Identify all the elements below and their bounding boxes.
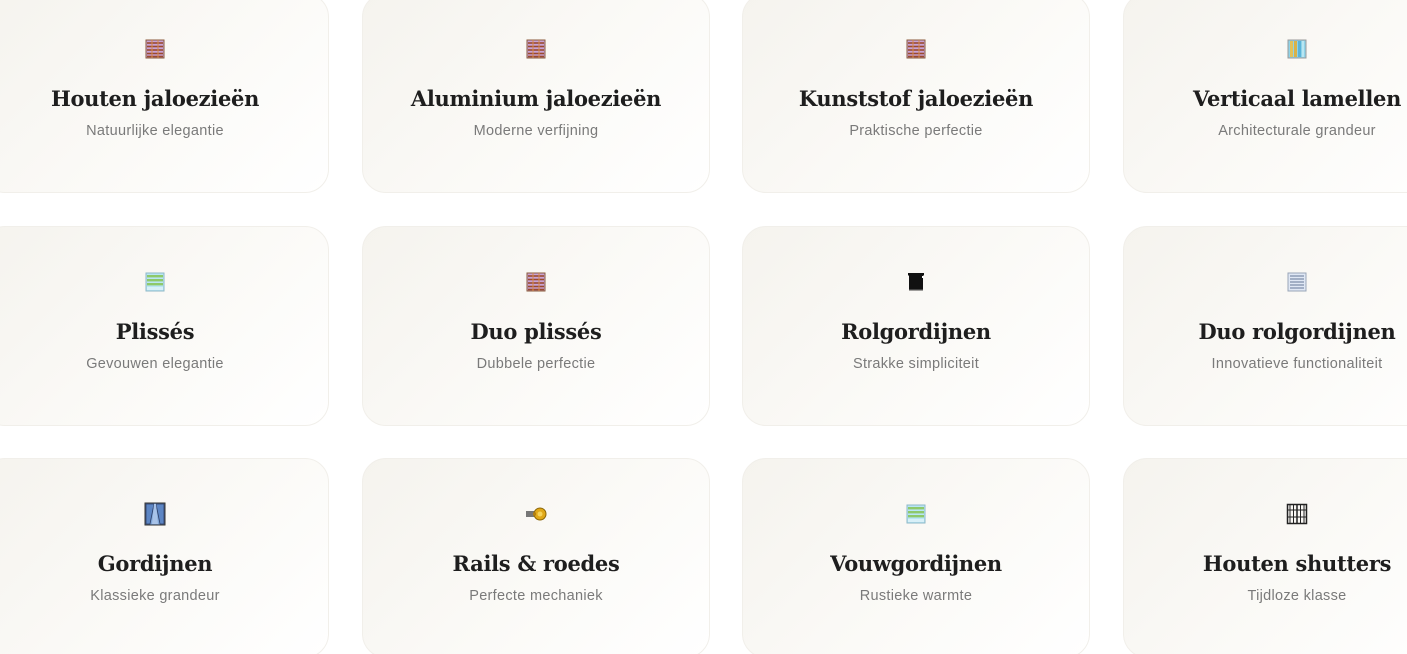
category-title: Vouwgordijnen [830,551,1002,576]
product-category-grid: Houten jaloezieën Natuurlijke elegantie … [0,0,1407,654]
duo-roller-blind-icon [1124,271,1407,293]
category-subtitle: Praktische perfectie [849,123,983,139]
pleated-blind-icon [0,271,328,293]
shutter-icon [1124,503,1407,525]
category-title: Gordijnen [97,551,213,576]
category-subtitle: Klassieke grandeur [90,588,220,604]
category-card-gordijnen[interactable]: Gordijnen Klassieke grandeur [0,458,329,654]
category-subtitle: Natuurlijke elegantie [86,123,224,139]
category-title: Plissés [115,319,195,344]
category-title: Duo plissés [470,319,602,344]
category-subtitle: Perfecte mechaniek [469,588,603,604]
venetian-blind-icon [363,38,709,60]
category-title: Kunststof jaloezieën [798,86,1034,111]
category-card-rails-roedes[interactable]: Rails & roedes Perfecte mechaniek [362,458,710,654]
category-card-rolgordijnen[interactable]: Rolgordijnen Strakke simpliciteit [742,226,1090,426]
category-subtitle: Moderne verfijning [473,123,599,139]
roman-blind-icon [743,503,1089,525]
venetian-blind-icon [0,38,328,60]
curtain-rod-icon [363,503,709,525]
category-card-kunststof-jaloezieen[interactable]: Kunststof jaloezieën Praktische perfecti… [742,0,1090,193]
curtain-icon [0,502,328,526]
category-title: Aluminium jaloezieën [410,86,662,111]
roller-blind-icon [743,271,1089,293]
category-subtitle: Architecturale grandeur [1218,123,1376,139]
category-title: Rolgordijnen [841,319,991,344]
category-card-vouwgordijnen[interactable]: Vouwgordijnen Rustieke warmte [742,458,1090,654]
category-card-duo-plisses[interactable]: Duo plissés Dubbele perfectie [362,226,710,426]
category-card-houten-jaloezieen[interactable]: Houten jaloezieën Natuurlijke elegantie [0,0,329,193]
category-card-verticaal-lamellen[interactable]: Verticaal lamellen Architecturale grande… [1123,0,1407,193]
vertical-blind-icon [1124,38,1407,60]
category-subtitle: Gevouwen elegantie [86,356,224,372]
venetian-blind-icon [363,271,709,293]
category-card-duo-rolgordijnen[interactable]: Duo rolgordijnen Innovatieve functionali… [1123,226,1407,426]
category-subtitle: Strakke simpliciteit [852,356,980,372]
category-title: Houten shutters [1202,551,1392,576]
category-card-plisses[interactable]: Plissés Gevouwen elegantie [0,226,329,426]
category-title: Houten jaloezieën [50,86,260,111]
category-card-aluminium-jaloezieen[interactable]: Aluminium jaloezieën Moderne verfijning [362,0,710,193]
category-subtitle: Tijdloze klasse [1247,588,1347,604]
category-title: Rails & roedes [452,551,620,576]
category-title: Duo rolgordijnen [1198,319,1396,344]
category-subtitle: Dubbele perfectie [476,356,596,372]
category-title: Verticaal lamellen [1192,86,1402,111]
category-card-houten-shutters[interactable]: Houten shutters Tijdloze klasse [1123,458,1407,654]
category-subtitle: Innovatieve functionaliteit [1211,356,1383,372]
venetian-blind-icon [743,38,1089,60]
category-subtitle: Rustieke warmte [859,588,973,604]
